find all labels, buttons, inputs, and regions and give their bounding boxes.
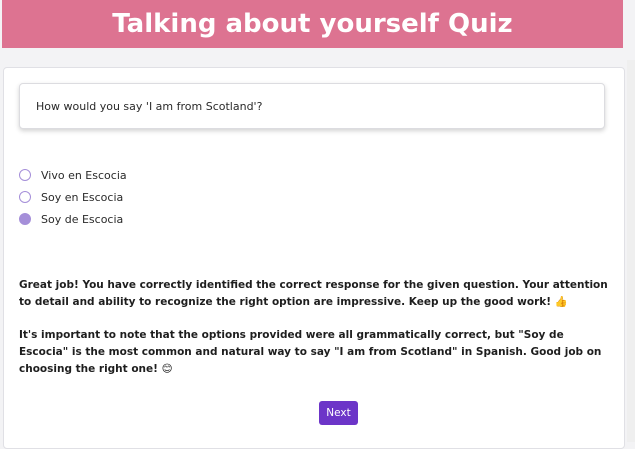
feedback-text: Great job! You have correctly identified…: [19, 277, 611, 394]
question-text: How would you say 'I am from Scotland'?: [36, 99, 263, 113]
radio-button-selected[interactable]: [19, 213, 31, 225]
quiz-header: Talking about yourself Quiz: [2, 0, 623, 48]
quiz-title: Talking about yourself Quiz: [112, 9, 513, 39]
feedback-paragraph: Great job! You have correctly identified…: [19, 279, 608, 308]
feedback-paragraph: It's important to note that the options …: [19, 329, 602, 375]
option-vivo-en-escocia[interactable]: Vivo en Escocia: [19, 164, 127, 186]
option-soy-en-escocia[interactable]: Soy en Escocia: [19, 186, 127, 208]
option-label: Soy en Escocia: [41, 190, 124, 204]
option-soy-de-escocia[interactable]: Soy de Escocia: [19, 208, 127, 230]
radio-button[interactable]: [19, 191, 31, 203]
answer-options: Vivo en Escocia Soy en Escocia Soy de Es…: [19, 164, 127, 230]
question-box: How would you say 'I am from Scotland'?: [19, 83, 605, 129]
option-label: Vivo en Escocia: [41, 168, 127, 182]
option-label: Soy de Escocia: [41, 212, 124, 226]
radio-button[interactable]: [19, 169, 31, 181]
next-button[interactable]: Next: [319, 401, 358, 425]
scrollbar[interactable]: [627, 60, 635, 442]
